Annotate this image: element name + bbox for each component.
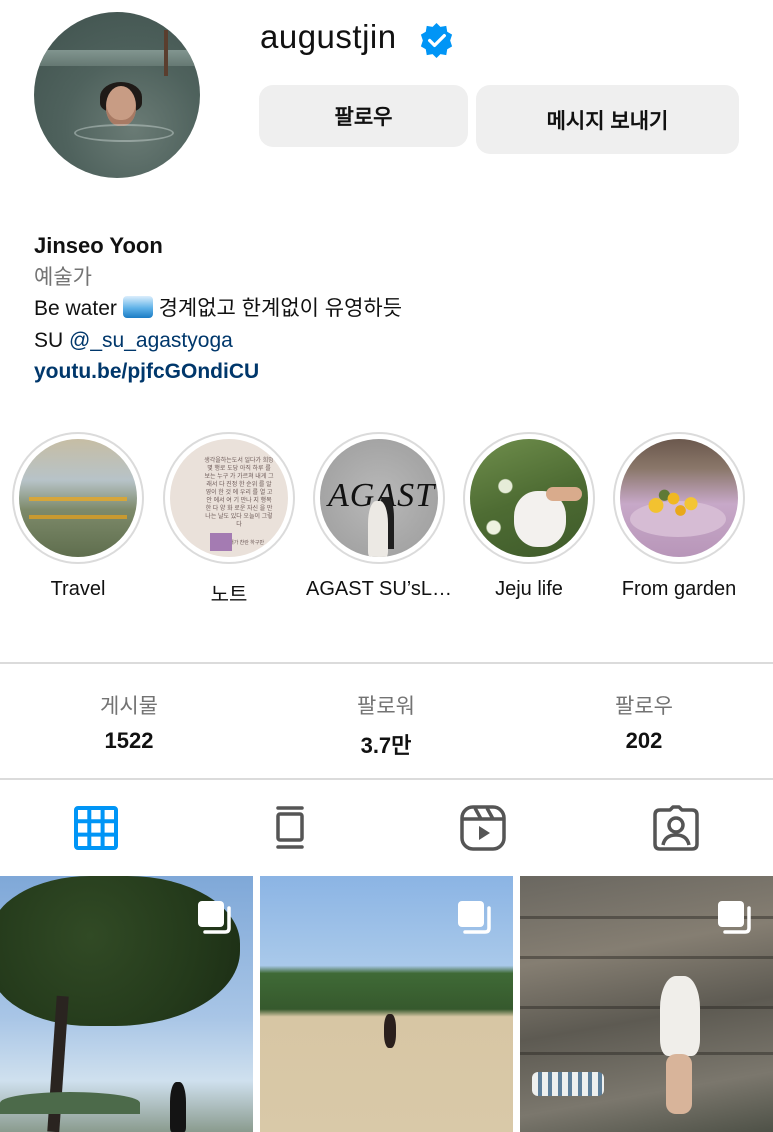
external-link[interactable]: youtu.be/pjfcGOndiCU bbox=[34, 356, 402, 388]
post-photo-detail bbox=[532, 1072, 604, 1096]
highlight-cover bbox=[620, 439, 738, 557]
profile-tabs bbox=[0, 780, 773, 874]
highlight-label: Jeju life bbox=[495, 578, 563, 600]
post-photo-detail bbox=[0, 1092, 140, 1114]
highlight-cover-detail bbox=[642, 485, 712, 519]
multiple-photos-icon bbox=[458, 901, 491, 934]
highlight-cover bbox=[19, 439, 137, 557]
story-highlights: Travel 생각을하는도서 일다가 희망 몇 행로 도당 아직 하루 를 보는… bbox=[0, 432, 773, 612]
profile-stats: 게시물 1522 팔로워 3.7만 팔로우 202 bbox=[0, 664, 773, 778]
highlight-label: 노트 bbox=[210, 584, 248, 606]
feed-icon[interactable] bbox=[266, 804, 314, 852]
highlight-ring bbox=[463, 432, 595, 564]
highlight-ring: 생각을하는도서 일다가 희망 몇 행로 도당 아직 하루 를 보는 누구 가 가… bbox=[163, 432, 295, 564]
avatar-photo-detail bbox=[34, 50, 200, 66]
highlight-note[interactable]: 생각을하는도서 일다가 희망 몇 행로 도당 아직 하루 를 보는 누구 가 가… bbox=[149, 432, 309, 607]
verified-badge-icon bbox=[420, 22, 453, 59]
bio-line: Be water 경계없고 한계없이 유영하듯 bbox=[34, 293, 402, 325]
highlight-cover-detail bbox=[210, 533, 232, 551]
stat-posts: 게시물 1522 bbox=[29, 690, 229, 754]
multiple-photos-icon bbox=[198, 901, 231, 934]
highlight-cover: AGAST bbox=[320, 439, 438, 557]
post-photo-detail bbox=[170, 1082, 186, 1132]
bio-text: 경계없고 한계없이 유영하듯 bbox=[158, 297, 403, 320]
username: augustjin bbox=[260, 18, 397, 55]
highlight-cover bbox=[470, 439, 588, 557]
post-thumbnail[interactable] bbox=[520, 876, 773, 1132]
highlight-cover: 생각을하는도서 일다가 희망 몇 행로 도당 아직 하루 를 보는 누구 가 가… bbox=[170, 439, 288, 557]
reels-icon[interactable] bbox=[459, 804, 507, 852]
stat-label: 팔로워 bbox=[357, 695, 415, 718]
multiple-photos-icon bbox=[718, 901, 751, 934]
stat-label: 게시물 bbox=[100, 695, 158, 718]
highlight-garden[interactable]: From garden bbox=[599, 432, 759, 601]
grid-icon[interactable] bbox=[72, 804, 120, 852]
avatar-photo-detail bbox=[164, 30, 168, 76]
highlight-ring bbox=[613, 432, 745, 564]
bio-line: SU @_su_agastyoga bbox=[34, 325, 402, 357]
mention-link[interactable]: @_su_agastyoga bbox=[69, 329, 233, 352]
message-button[interactable]: 메시지 보내기 bbox=[476, 85, 739, 154]
highlight-travel[interactable]: Travel bbox=[0, 432, 158, 601]
stat-label: 팔로우 bbox=[615, 695, 673, 718]
follow-button[interactable]: 팔로우 bbox=[259, 85, 468, 147]
highlight-ring bbox=[12, 432, 144, 564]
highlight-cover-text: 생각을하는도서 일다가 희망 몇 행로 도당 아직 하루 를 보는 누구 가 가… bbox=[204, 458, 274, 528]
avatar-photo-detail bbox=[74, 124, 174, 142]
tagged-icon[interactable] bbox=[652, 804, 700, 852]
posts-grid bbox=[0, 876, 773, 1132]
wave-emoji-icon bbox=[122, 296, 153, 318]
post-photo-detail bbox=[666, 1054, 692, 1114]
highlight-jeju[interactable]: Jeju life bbox=[449, 432, 609, 601]
post-photo-detail bbox=[520, 956, 773, 959]
post-thumbnail[interactable] bbox=[0, 876, 253, 1132]
bio: Jinseo Yoon 예술가 Be water 경계없고 한계없이 유영하듯 … bbox=[34, 230, 402, 388]
highlight-ring: AGAST bbox=[313, 432, 445, 564]
stat-value: 1522 bbox=[104, 728, 154, 753]
bio-text: SU bbox=[34, 328, 64, 352]
avatar-photo-detail bbox=[106, 86, 136, 126]
post-thumbnail[interactable] bbox=[260, 876, 513, 1132]
highlight-label: From garden bbox=[621, 578, 737, 600]
post-photo-detail bbox=[520, 1006, 773, 1009]
profile-avatar[interactable] bbox=[34, 12, 200, 178]
post-photo-detail bbox=[660, 976, 700, 1056]
category-label: 예술가 bbox=[34, 265, 92, 289]
post-photo-detail bbox=[520, 1052, 773, 1055]
display-name: Jinseo Yoon bbox=[34, 233, 163, 258]
highlight-label: AGAST SU’sL… bbox=[306, 578, 452, 600]
post-photo-detail bbox=[384, 1014, 396, 1048]
stat-value: 3.7만 bbox=[360, 733, 412, 758]
stat-value: 202 bbox=[625, 728, 663, 753]
stat-following[interactable]: 팔로우 202 bbox=[544, 690, 744, 754]
highlight-cover-detail bbox=[546, 487, 582, 501]
stat-followers[interactable]: 팔로워 3.7만 bbox=[286, 690, 486, 760]
highlight-label: Travel bbox=[50, 578, 106, 600]
highlight-cover-detail bbox=[368, 501, 388, 557]
highlight-agast[interactable]: AGAST AGAST SU’sL… bbox=[299, 432, 459, 601]
bio-text: Be water bbox=[34, 297, 117, 320]
